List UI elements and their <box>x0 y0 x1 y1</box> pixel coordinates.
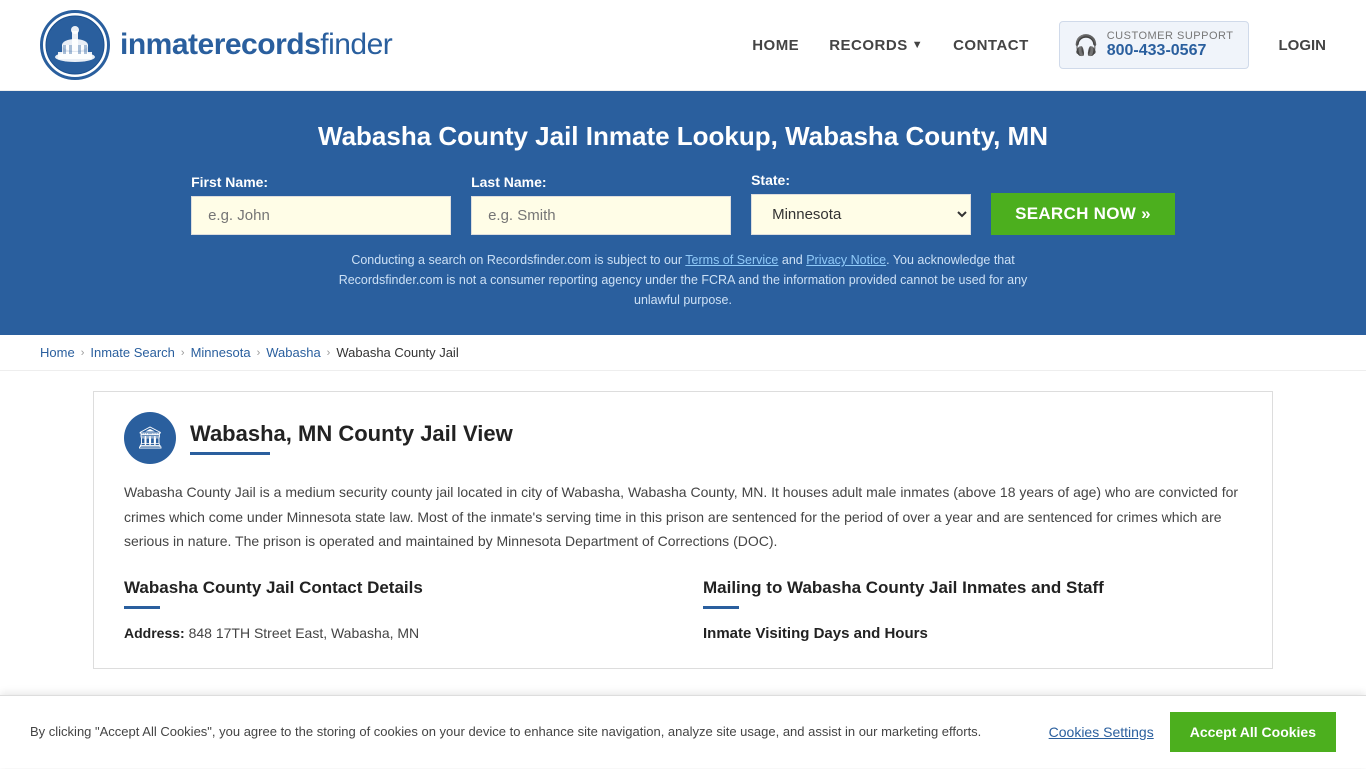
nav-home[interactable]: HOME <box>752 37 799 54</box>
breadcrumb-sep-3: › <box>257 347 261 359</box>
visiting-heading: Inmate Visiting Days and Hours <box>703 625 1242 642</box>
hero-section: Wabasha County Jail Inmate Lookup, Wabas… <box>0 91 1366 335</box>
support-info: CUSTOMER SUPPORT 800-433-0567 <box>1107 30 1234 60</box>
last-name-label: Last Name: <box>471 174 546 190</box>
hero-disclaimer: Conducting a search on Recordsfinder.com… <box>333 250 1033 310</box>
breadcrumb-inmate-search[interactable]: Inmate Search <box>90 345 175 360</box>
two-col-section: Wabasha County Jail Contact Details Addr… <box>124 578 1242 648</box>
privacy-link[interactable]: Privacy Notice <box>806 253 886 267</box>
breadcrumb-wabasha[interactable]: Wabasha <box>266 345 320 360</box>
cookie-text: By clicking "Accept All Cookies", you ag… <box>30 722 1029 742</box>
hero-title: Wabasha County Jail Inmate Lookup, Wabas… <box>40 121 1326 152</box>
cookie-banner: By clicking "Accept All Cookies", you ag… <box>0 695 1366 768</box>
site-header: inmaterecordsfinder HOME RECORDS ▼ CONTA… <box>0 0 1366 91</box>
breadcrumb: Home › Inmate Search › Minnesota › Wabas… <box>0 335 1366 371</box>
breadcrumb-sep-4: › <box>327 347 331 359</box>
mailing-col: Mailing to Wabasha County Jail Inmates a… <box>703 578 1242 648</box>
section-title: Wabasha, MN County Jail View <box>190 421 513 447</box>
cookie-actions: Cookies Settings Accept All Cookies <box>1049 712 1336 752</box>
accept-cookies-button[interactable]: Accept All Cookies <box>1170 712 1336 752</box>
logo-text: inmaterecordsfinder <box>120 28 392 62</box>
section-title-area: Wabasha, MN County Jail View <box>190 421 513 455</box>
state-select[interactable]: Minnesota <box>751 194 971 235</box>
breadcrumb-current: Wabasha County Jail <box>336 345 458 360</box>
last-name-group: Last Name: <box>471 174 731 235</box>
title-underline <box>190 452 270 455</box>
breadcrumb-minnesota[interactable]: Minnesota <box>191 345 251 360</box>
nav-records[interactable]: RECORDS ▼ <box>829 37 923 54</box>
customer-support[interactable]: 🎧 CUSTOMER SUPPORT 800-433-0567 <box>1059 21 1249 69</box>
mailing-underline <box>703 606 739 609</box>
search-form: First Name: Last Name: State: Minnesota … <box>40 172 1326 235</box>
contact-heading: Wabasha County Jail Contact Details <box>124 578 663 598</box>
last-name-input[interactable] <box>471 196 731 235</box>
section-header: 🏛 Wabasha, MN County Jail View <box>124 412 1242 464</box>
logo-area: inmaterecordsfinder <box>40 10 392 80</box>
cookies-settings-button[interactable]: Cookies Settings <box>1049 724 1154 740</box>
contact-details-col: Wabasha County Jail Contact Details Addr… <box>124 578 663 648</box>
first-name-input[interactable] <box>191 196 451 235</box>
main-nav: HOME RECORDS ▼ CONTACT 🎧 CUSTOMER SUPPOR… <box>752 21 1326 69</box>
logo-icon <box>40 10 110 80</box>
contact-underline <box>124 606 160 609</box>
state-group: State: Minnesota <box>751 172 971 235</box>
headset-icon: 🎧 <box>1074 33 1099 58</box>
chevron-down-icon: ▼ <box>912 39 923 51</box>
breadcrumb-sep-2: › <box>181 347 185 359</box>
mailing-heading: Mailing to Wabasha County Jail Inmates a… <box>703 578 1242 598</box>
login-button[interactable]: LOGIN <box>1279 37 1327 54</box>
nav-contact[interactable]: CONTACT <box>953 37 1029 54</box>
jail-icon: 🏛 <box>124 412 176 464</box>
first-name-label: First Name: <box>191 174 268 190</box>
breadcrumb-home[interactable]: Home <box>40 345 75 360</box>
jail-description: Wabasha County Jail is a medium security… <box>124 480 1242 554</box>
main-content: 🏛 Wabasha, MN County Jail View Wabasha C… <box>93 391 1273 669</box>
search-button[interactable]: SEARCH NOW » <box>991 193 1175 235</box>
address-line: Address: 848 17TH Street East, Wabasha, … <box>124 625 663 641</box>
state-label: State: <box>751 172 790 188</box>
terms-link[interactable]: Terms of Service <box>685 253 778 267</box>
first-name-group: First Name: <box>191 174 451 235</box>
breadcrumb-sep-1: › <box>81 347 85 359</box>
